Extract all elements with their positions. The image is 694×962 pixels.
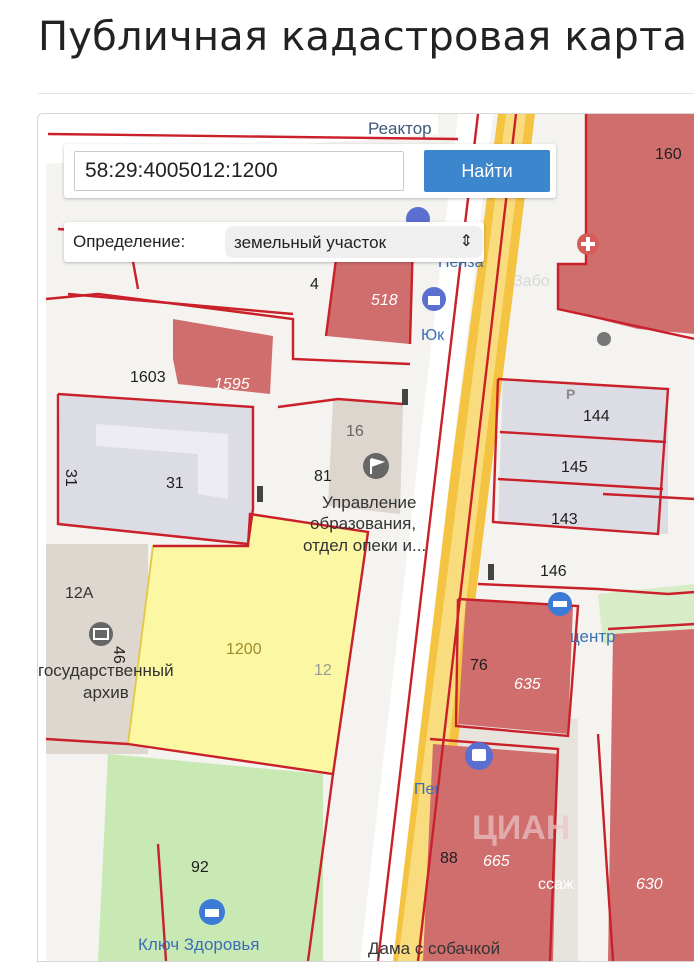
title-divider: [38, 93, 694, 94]
cian-watermark: ЦИАН: [472, 809, 570, 847]
object-type-select[interactable]: земельный участок ⇕: [225, 226, 483, 258]
wheelchair-icon: [597, 332, 611, 346]
parcel-label: 144: [583, 408, 610, 425]
parcel-label: 1200: [226, 641, 262, 658]
place-label: Управление: [322, 493, 417, 512]
building-630: [608, 629, 694, 961]
place-label: Ключ Здоровья: [138, 935, 259, 954]
grey-building-144-143: [498, 379, 668, 534]
parcel-label: 1595: [214, 376, 250, 393]
parcel-label: 1603: [130, 369, 166, 386]
parcel-label: 31: [62, 469, 79, 487]
parcel-label: 16: [346, 423, 364, 440]
hospital-icon[interactable]: [577, 233, 599, 255]
parcel-label: 143: [551, 511, 578, 528]
place-label: Юк: [421, 327, 445, 344]
place-label: образования,: [310, 514, 416, 533]
museum-icon[interactable]: [89, 622, 113, 646]
chevron-updown-icon: ⇕: [459, 233, 473, 250]
place-label: Реактор: [368, 119, 432, 138]
flag-icon[interactable]: [363, 453, 389, 479]
definition-panel: Определение: земельный участок ⇕: [64, 222, 484, 262]
place-label: архив: [83, 683, 129, 702]
parcel-label: 4: [310, 276, 319, 293]
place-label: отдел опеки и...: [303, 536, 426, 555]
place-label: Дама с собачкой: [368, 939, 500, 958]
map-left-edge: [38, 114, 46, 961]
place-label: центр: [570, 627, 616, 646]
place-label: Забо: [513, 273, 550, 290]
parcel-label: 146: [540, 563, 567, 580]
place-label: Пег: [414, 781, 440, 798]
place-label: ссаж: [538, 876, 574, 893]
parcel-label: 630: [636, 876, 663, 893]
parcel-label: 81: [314, 468, 332, 485]
place-label: государственный: [38, 661, 174, 680]
cadastral-number-input[interactable]: [74, 151, 404, 191]
cadastral-search-panel: Найти: [64, 144, 556, 198]
definition-label: Определение:: [73, 232, 186, 251]
parcel-label: 518: [371, 292, 398, 309]
parcel-label: 88: [440, 850, 458, 867]
parcel-label: 31: [166, 475, 184, 492]
basket-icon[interactable]: [199, 899, 225, 925]
object-type-value: земельный участок: [234, 233, 387, 252]
bus-icon[interactable]: [465, 742, 493, 770]
cadastral-map[interactable]: 160 4 518 1603 1595 16 31 31 81 144 145 …: [37, 113, 694, 962]
car-service-icon[interactable]: [548, 592, 572, 616]
parcel-label: 12А: [65, 585, 94, 602]
svg-text:P: P: [566, 386, 575, 402]
parcel-label: 665: [483, 853, 510, 870]
parcel-label: 92: [191, 859, 209, 876]
parcel-label: 76: [470, 657, 488, 674]
page-title: Публичная кадастровая карта: [38, 14, 688, 60]
shopping-bag-icon[interactable]: [422, 287, 446, 311]
parcel-label: 145: [561, 459, 588, 476]
parcel-label: 12: [314, 662, 332, 679]
parcel-label: 160: [655, 146, 682, 163]
parking-icon: P: [566, 386, 575, 402]
parcel-label: 635: [514, 676, 541, 693]
park-area: [98, 754, 323, 961]
find-button[interactable]: Найти: [424, 150, 550, 192]
